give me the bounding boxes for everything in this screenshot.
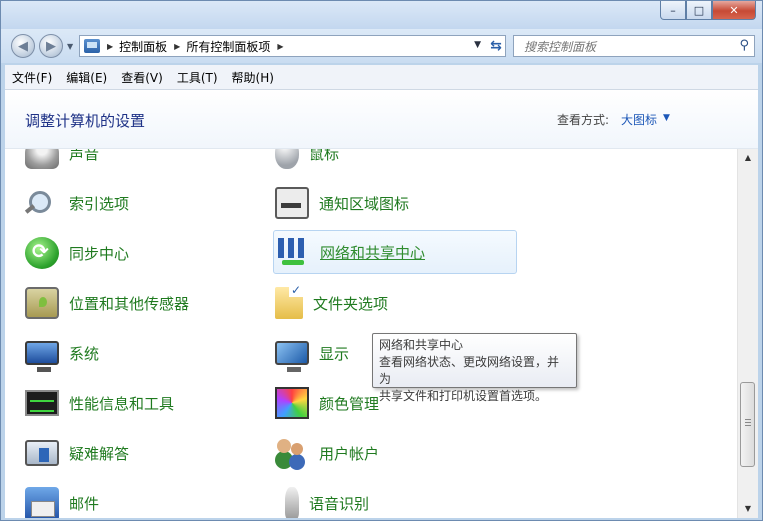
location-sensor-icon	[25, 287, 59, 319]
item-folder-options[interactable]: 文件夹选项	[255, 283, 495, 323]
caret-down-icon[interactable]: ▼	[663, 113, 670, 123]
breadcrumb-all-items[interactable]: 所有控制面板项	[186, 38, 270, 55]
grip-line	[745, 422, 751, 423]
item-label: 网络和共享中心	[320, 243, 426, 262]
network-icon	[276, 236, 310, 268]
item-user-accounts[interactable]: 用户帐户	[255, 433, 495, 473]
breadcrumb-control-panel[interactable]: 控制面板	[119, 38, 167, 55]
menu-tools[interactable]: 工具(T)	[170, 69, 225, 86]
troubleshooting-icon	[25, 440, 59, 466]
view-by-label: 查看方式:	[557, 113, 610, 127]
back-arrow-icon: ◀	[18, 38, 28, 54]
recent-pages-dropdown[interactable]: ▼	[67, 42, 73, 51]
refresh-button[interactable]: ⇆	[485, 35, 507, 57]
chevron-right-icon[interactable]: ▶	[277, 42, 283, 51]
tooltip-line: 查看网络状态、更改网络设置，并为	[379, 355, 560, 386]
speaker-icon	[25, 149, 59, 169]
color-management-icon	[275, 387, 309, 419]
mouse-icon	[275, 149, 299, 169]
display-icon	[275, 341, 309, 372]
scrollbar-thumb[interactable]	[740, 382, 755, 467]
refresh-icon: ⇆	[490, 38, 502, 54]
content-pane: 调整计算机的设置 查看方式: 大图标 ▼ 声音 鼠标 索引选项 通知区域图标 ⟳…	[5, 90, 758, 518]
forward-button[interactable]: ▶	[39, 34, 63, 58]
item-indexing-options[interactable]: 索引选项	[5, 183, 245, 223]
menu-view[interactable]: 查看(V)	[114, 69, 170, 86]
sync-icon	[25, 237, 59, 269]
computer-icon	[25, 341, 59, 372]
mail-icon	[25, 487, 59, 518]
tooltip-line: 共享文件和打印机设置首选项。	[379, 389, 548, 403]
title-bar[interactable]: – □ ✕	[1, 1, 762, 29]
item-system[interactable]: 系统	[5, 333, 245, 373]
control-panel-window: – □ ✕ ◀ ▶ ▼ ▶ 控制面板 ▶ 所有控制面板项 ▶ ▼ ⇆ ⚲ 文件(…	[0, 0, 763, 521]
grip-line	[745, 425, 751, 426]
item-performance[interactable]: 性能信息和工具	[5, 383, 245, 423]
back-button[interactable]: ◀	[11, 34, 35, 58]
control-panel-icon	[84, 39, 100, 53]
item-notification-icons[interactable]: 通知区域图标	[255, 183, 495, 223]
item-label: 索引选项	[69, 194, 130, 213]
forward-arrow-icon: ▶	[46, 38, 56, 54]
address-dropdown-icon[interactable]: ▼	[474, 40, 481, 50]
menu-file[interactable]: 文件(F)	[5, 69, 59, 86]
menu-help[interactable]: 帮助(H)	[225, 69, 281, 86]
item-label: 性能信息和工具	[69, 394, 175, 413]
navigation-bar: ◀ ▶ ▼ ▶ 控制面板 ▶ 所有控制面板项 ▶ ▼ ⇆ ⚲	[1, 29, 762, 63]
tooltip-title: 网络和共享中心	[379, 338, 464, 352]
menu-edit[interactable]: 编辑(E)	[59, 69, 114, 86]
item-label: 同步中心	[69, 244, 130, 263]
item-label: 通知区域图标	[319, 194, 410, 213]
maximize-button[interactable]: □	[686, 1, 712, 20]
magnifier-icon	[25, 187, 59, 219]
chevron-up-icon: ▲	[744, 153, 752, 162]
scroll-up-button[interactable]: ▲	[738, 149, 758, 166]
item-speech-recognition[interactable]: 语音识别	[255, 483, 495, 518]
item-label: 邮件	[69, 494, 100, 513]
caption-buttons: – □ ✕	[660, 1, 756, 20]
folder-options-icon	[275, 283, 304, 319]
item-label: 文件夹选项	[313, 294, 389, 313]
address-bar[interactable]: ▶ 控制面板 ▶ 所有控制面板项 ▶ ▼	[79, 35, 506, 57]
tooltip: 网络和共享中心 查看网络状态、更改网络设置，并为 共享文件和打印机设置首选项。	[372, 333, 577, 403]
page-title: 调整计算机的设置	[25, 112, 146, 130]
microphone-icon	[285, 487, 299, 518]
grip-line	[745, 419, 751, 420]
item-sync-center[interactable]: 同步中心	[5, 233, 245, 273]
control-panel-items: 声音 鼠标 索引选项 通知区域图标 同步中心 网络和共享中心	[5, 149, 737, 518]
performance-meter-icon	[25, 390, 59, 416]
vertical-scrollbar[interactable]: ▲ ▼	[737, 149, 758, 518]
item-label: 声音	[69, 149, 100, 163]
item-troubleshooting[interactable]: 疑难解答	[5, 433, 245, 473]
item-label: 颜色管理	[319, 394, 380, 413]
chevron-right-icon[interactable]: ▶	[174, 42, 180, 51]
item-sound[interactable]: 声音	[5, 149, 245, 173]
item-network-sharing-center[interactable]: 网络和共享中心	[273, 230, 517, 274]
item-location-sensors[interactable]: 位置和其他传感器	[5, 283, 245, 323]
chevron-down-icon: ▼	[744, 504, 752, 513]
item-label: 语音识别	[309, 494, 370, 513]
item-label: 用户帐户	[319, 444, 380, 463]
minimize-button[interactable]: –	[660, 1, 686, 20]
close-button[interactable]: ✕	[712, 1, 756, 20]
search-input[interactable]	[522, 37, 726, 57]
chevron-right-icon[interactable]: ▶	[107, 42, 113, 51]
item-mouse[interactable]: 鼠标	[255, 149, 495, 173]
item-label: 疑难解答	[69, 444, 130, 463]
item-label: 鼠标	[309, 149, 340, 163]
scroll-down-button[interactable]: ▼	[738, 500, 758, 517]
item-mail[interactable]: 邮件	[5, 483, 245, 518]
search-icon[interactable]: ⚲	[739, 38, 749, 53]
item-label: 显示	[319, 344, 350, 363]
menu-bar: 文件(F) 编辑(E) 查看(V) 工具(T) 帮助(H)	[5, 65, 758, 90]
item-label: 系统	[69, 344, 100, 363]
view-by-dropdown[interactable]: 大图标	[621, 111, 657, 128]
search-box[interactable]: ⚲	[513, 35, 755, 57]
user-accounts-icon	[275, 437, 309, 469]
content-header: 调整计算机的设置 查看方式: 大图标 ▼	[5, 90, 758, 149]
notification-tray-icon	[275, 187, 309, 219]
item-label: 位置和其他传感器	[69, 294, 190, 313]
